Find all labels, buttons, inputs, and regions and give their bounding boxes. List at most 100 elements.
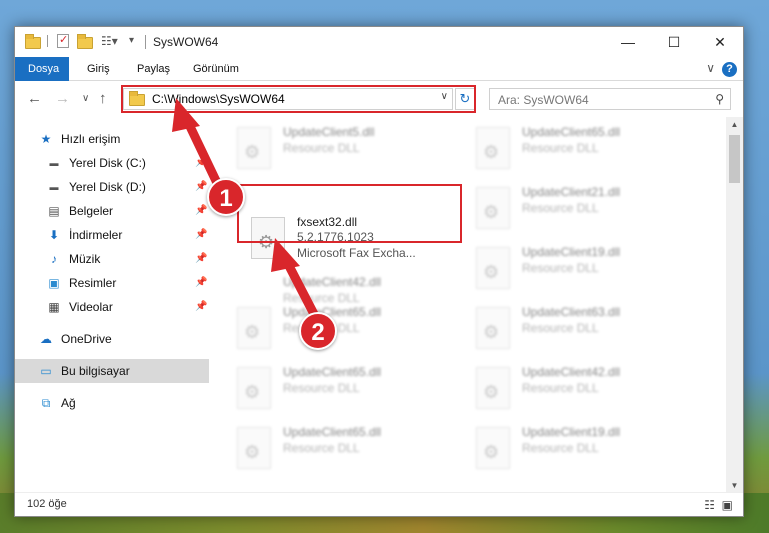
sidebar-item-label: Resimler bbox=[69, 276, 117, 290]
sidebar-item-pictures[interactable]: ▣ Resimler 📌 bbox=[15, 271, 209, 295]
dll-file-icon: ⚙ bbox=[476, 187, 510, 229]
sidebar-item-label: OneDrive bbox=[61, 332, 112, 346]
video-icon: ▦ bbox=[48, 300, 60, 314]
close-button[interactable]: ✕ bbox=[697, 27, 743, 57]
sidebar-item-label: Müzik bbox=[69, 252, 101, 266]
tab-gorunum[interactable]: Görünüm bbox=[183, 57, 249, 81]
sidebar-item-this-pc[interactable]: ▭ Bu bilgisayar bbox=[15, 359, 209, 383]
dll-file-icon: ⚙ bbox=[476, 247, 510, 289]
sidebar-item-quick-access[interactable]: ★ Hızlı erişim bbox=[15, 127, 209, 151]
file-name: UpdateClient42.dll bbox=[522, 365, 621, 379]
file-item[interactable]: ⚙ UpdateClient21.dll Resource DLL bbox=[462, 181, 687, 237]
dll-file-icon: ⚙ bbox=[476, 127, 510, 169]
computer-icon: ▭ bbox=[40, 364, 52, 378]
title-bar: ✓ ☷▾ ▾ SysWOW64 — ☐ ✕ bbox=[15, 27, 743, 57]
sidebar-item-label: Videolar bbox=[69, 300, 113, 314]
dll-file-icon: ⚙ bbox=[237, 307, 271, 349]
toolbar-dropdown-icon[interactable]: ▾ bbox=[129, 35, 134, 51]
pin-icon[interactable]: 📌 bbox=[195, 223, 207, 247]
file-description: Resource DLL bbox=[522, 141, 599, 155]
search-box[interactable]: Ara: SysWOW64 ⚲ bbox=[489, 88, 731, 110]
file-name: UpdateClient42.dll bbox=[283, 275, 382, 289]
pin-icon[interactable]: 📌 bbox=[195, 295, 207, 319]
sidebar-item-disk-d[interactable]: ▬ Yerel Disk (D:) 📌 bbox=[15, 175, 209, 199]
file-name: UpdateClient65.dll bbox=[283, 425, 382, 439]
file-item[interactable]: ⚙ UpdateClient19.dll Resource DLL bbox=[462, 421, 687, 477]
sidebar-item-label: Yerel Disk (D:) bbox=[69, 180, 146, 194]
network-icon: ⧉ bbox=[41, 396, 51, 410]
file-item[interactable]: ⚙ UpdateClient65.dll Resource DLL bbox=[223, 421, 448, 477]
file-name: UpdateClient65.dll bbox=[283, 305, 382, 319]
item-count: 102 öğe bbox=[27, 498, 67, 510]
properties-icon[interactable]: ✓ bbox=[57, 34, 69, 48]
sidebar-item-network[interactable]: ⧉ Ağ bbox=[15, 391, 209, 415]
file-item[interactable]: ⚙ UpdateClient42.dll Resource DLL bbox=[223, 241, 448, 305]
large-icons-view-icon[interactable]: ▣ bbox=[722, 498, 733, 512]
navigation-pane: ★ Hızlı erişim ▬ Yerel Disk (C:) 📌 ▬ Yer… bbox=[15, 117, 209, 487]
sidebar-item-label: Hızlı erişim bbox=[61, 132, 121, 146]
minimize-button[interactable]: — bbox=[605, 27, 651, 57]
music-icon: ♪ bbox=[51, 252, 57, 266]
address-highlight-box bbox=[121, 85, 476, 113]
file-highlight-box bbox=[237, 184, 462, 243]
title-separator bbox=[145, 35, 146, 49]
scroll-up-icon[interactable]: ▲ bbox=[726, 117, 743, 133]
pin-icon[interactable]: 📌 bbox=[195, 271, 207, 295]
file-name: UpdateClient65.dll bbox=[283, 365, 382, 379]
search-icon[interactable]: ⚲ bbox=[715, 92, 724, 106]
documents-icon: ▤ bbox=[48, 204, 60, 218]
sidebar-item-onedrive[interactable]: ☁ OneDrive bbox=[15, 327, 209, 351]
pin-icon[interactable]: 📌 bbox=[195, 199, 207, 223]
navigation-bar: ← → ∨ ↑ C:\Windows\SysWOW64 ∨ ↻ Ara: Sys… bbox=[15, 82, 743, 116]
sidebar-item-label: Bu bilgisayar bbox=[61, 364, 130, 378]
sidebar-item-disk-c[interactable]: ▬ Yerel Disk (C:) 📌 bbox=[15, 151, 209, 175]
dll-file-icon: ⚙ bbox=[237, 367, 271, 409]
file-description: Resource DLL bbox=[522, 381, 599, 395]
vertical-scrollbar[interactable]: ▲ ▼ bbox=[726, 117, 743, 494]
file-description: Resource DLL bbox=[522, 441, 599, 455]
forward-button[interactable]: → bbox=[55, 90, 70, 107]
file-item[interactable]: ⚙ UpdateClient19.dll Resource DLL bbox=[462, 241, 687, 297]
details-view-icon[interactable]: ☷ bbox=[704, 498, 715, 512]
pin-icon[interactable]: 📌 bbox=[195, 175, 207, 199]
customize-toolbar-icon[interactable]: ☷▾ bbox=[101, 34, 118, 50]
back-button[interactable]: ← bbox=[27, 90, 42, 107]
toolbar-separator bbox=[47, 35, 48, 47]
dll-file-icon: ⚙ bbox=[237, 427, 271, 469]
sidebar-item-label: Yerel Disk (C:) bbox=[69, 156, 146, 170]
sidebar-item-label: İndirmeler bbox=[69, 228, 123, 242]
tab-dosya[interactable]: Dosya bbox=[15, 57, 69, 81]
tab-paylas[interactable]: Paylaş bbox=[127, 57, 180, 81]
sidebar-item-documents[interactable]: ▤ Belgeler 📌 bbox=[15, 199, 209, 223]
step-badge-2: 2 bbox=[299, 312, 337, 350]
drive-icon: ▬ bbox=[49, 158, 59, 168]
sidebar-item-downloads[interactable]: ⬇ İndirmeler 📌 bbox=[15, 223, 209, 247]
sidebar-item-videos[interactable]: ▦ Videolar 📌 bbox=[15, 295, 209, 319]
up-button[interactable]: ↑ bbox=[99, 90, 107, 107]
pin-icon[interactable]: 📌 bbox=[195, 151, 207, 175]
tab-giris[interactable]: Giriş bbox=[77, 57, 120, 81]
star-icon: ★ bbox=[40, 132, 52, 146]
expand-ribbon-icon[interactable]: ∨ bbox=[706, 61, 715, 75]
file-item[interactable]: ⚙ UpdateClient65.dll Resource DLL bbox=[223, 361, 448, 417]
file-name: UpdateClient21.dll bbox=[522, 185, 621, 199]
sidebar-item-music[interactable]: ♪ Müzik 📌 bbox=[15, 247, 209, 271]
status-bar: 102 öğe ☷ ▣ bbox=[15, 492, 743, 516]
file-item[interactable]: ⚙ UpdateClient65.dll Resource DLL bbox=[462, 121, 687, 177]
file-item[interactable]: ⚙ UpdateClient63.dll Resource DLL bbox=[462, 301, 687, 357]
search-input[interactable]: Ara: SysWOW64 bbox=[498, 93, 589, 107]
scroll-thumb[interactable] bbox=[729, 135, 740, 183]
pin-icon[interactable]: 📌 bbox=[195, 247, 207, 271]
recent-locations-button[interactable]: ∨ bbox=[82, 93, 89, 104]
help-icon[interactable]: ? bbox=[722, 62, 737, 77]
download-icon: ⬇ bbox=[48, 228, 60, 242]
file-item[interactable]: ⚙ UpdateClient42.dll Resource DLL bbox=[462, 361, 687, 417]
sidebar-item-label: Ağ bbox=[61, 396, 76, 410]
file-name: UpdateClient63.dll bbox=[522, 305, 621, 319]
file-name: UpdateClient19.dll bbox=[522, 425, 621, 439]
maximize-button[interactable]: ☐ bbox=[651, 27, 697, 57]
file-description: Resource DLL bbox=[522, 201, 599, 215]
dll-file-icon: ⚙ bbox=[476, 427, 510, 469]
file-item[interactable]: ⚙ UpdateClient5.dll Resource DLL bbox=[223, 121, 448, 177]
dll-file-icon: ⚙ bbox=[476, 367, 510, 409]
